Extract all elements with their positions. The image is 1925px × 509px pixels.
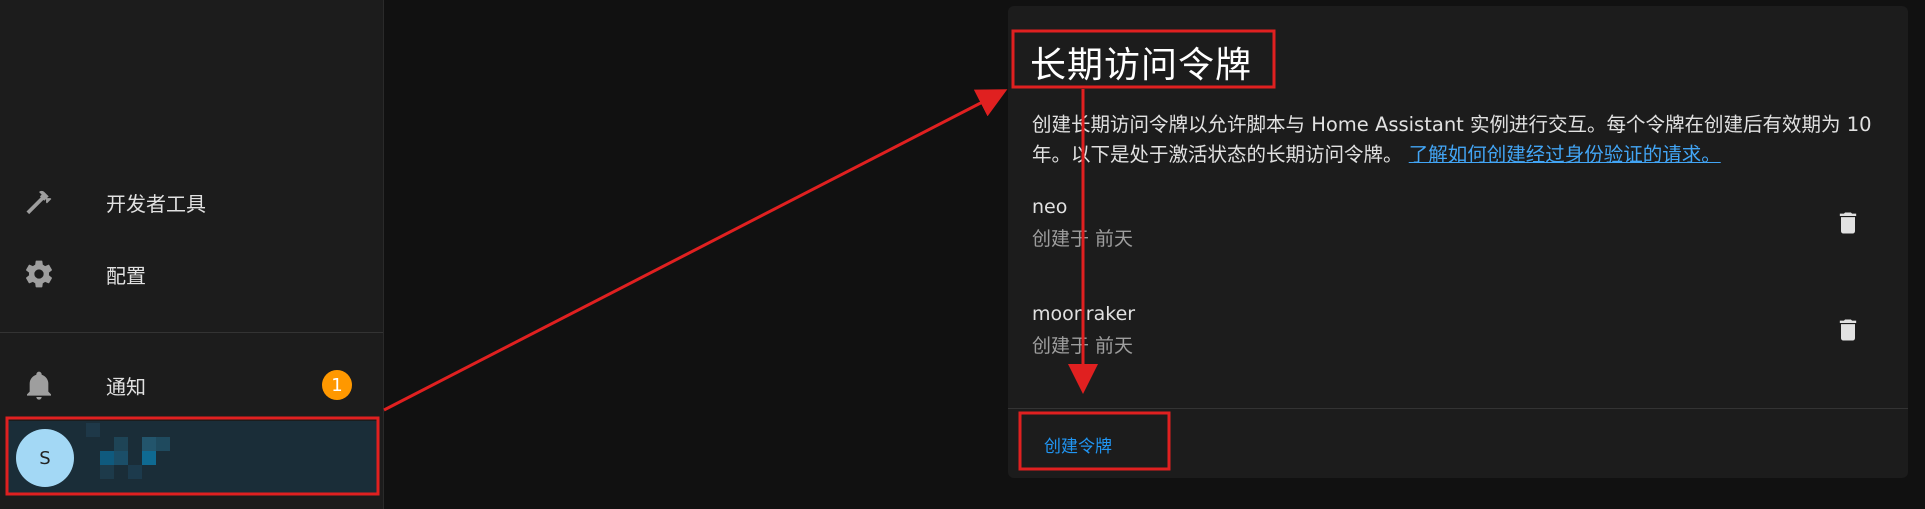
bell-icon [22,368,56,402]
delete-token-button[interactable] [1834,208,1862,238]
learn-more-link[interactable]: 了解如何创建经过身份验证的请求。 [1409,143,1721,166]
sidebar-item-developer-tools[interactable]: 开发者工具 [0,172,383,232]
sidebar-user-profile[interactable]: S [6,421,378,493]
hammer-icon [22,185,56,219]
sidebar: 开发者工具 配置 通知 1 S [0,0,384,509]
sidebar-item-notifications[interactable]: 通知 1 [0,355,383,415]
notification-badge: 1 [322,370,352,400]
create-token-button[interactable]: 创建令牌 [1044,432,1112,457]
annotation-arrow [383,89,1008,412]
gear-icon [22,257,56,291]
trash-icon [1839,212,1857,234]
token-name: neo [1032,196,1068,218]
token-created: 创建于 前天 [1032,228,1134,250]
long-lived-tokens-card: 长期访问令牌 创建长期访问令牌以允许脚本与 Home Assistant 实例进… [1008,6,1908,478]
token-name: moonraker [1032,303,1136,325]
sidebar-divider [0,332,383,333]
card-title: 长期访问令牌 [1030,45,1253,86]
card-divider [1008,408,1908,409]
sidebar-item-label: 配置 [106,263,146,288]
sidebar-item-settings[interactable]: 配置 [0,244,383,304]
delete-token-button[interactable] [1834,315,1862,345]
token-created: 创建于 前天 [1032,335,1134,357]
sidebar-item-label: 通知 [106,374,146,399]
avatar: S [16,429,74,487]
token-item: neo 创建于 前天 [1032,196,1133,251]
card-description: 创建长期访问令牌以允许脚本与 Home Assistant 实例进行交互。每个令… [1032,110,1892,170]
trash-icon [1839,319,1857,341]
token-item: moonraker 创建于 前天 [1032,303,1135,358]
sidebar-item-label: 开发者工具 [106,191,206,216]
